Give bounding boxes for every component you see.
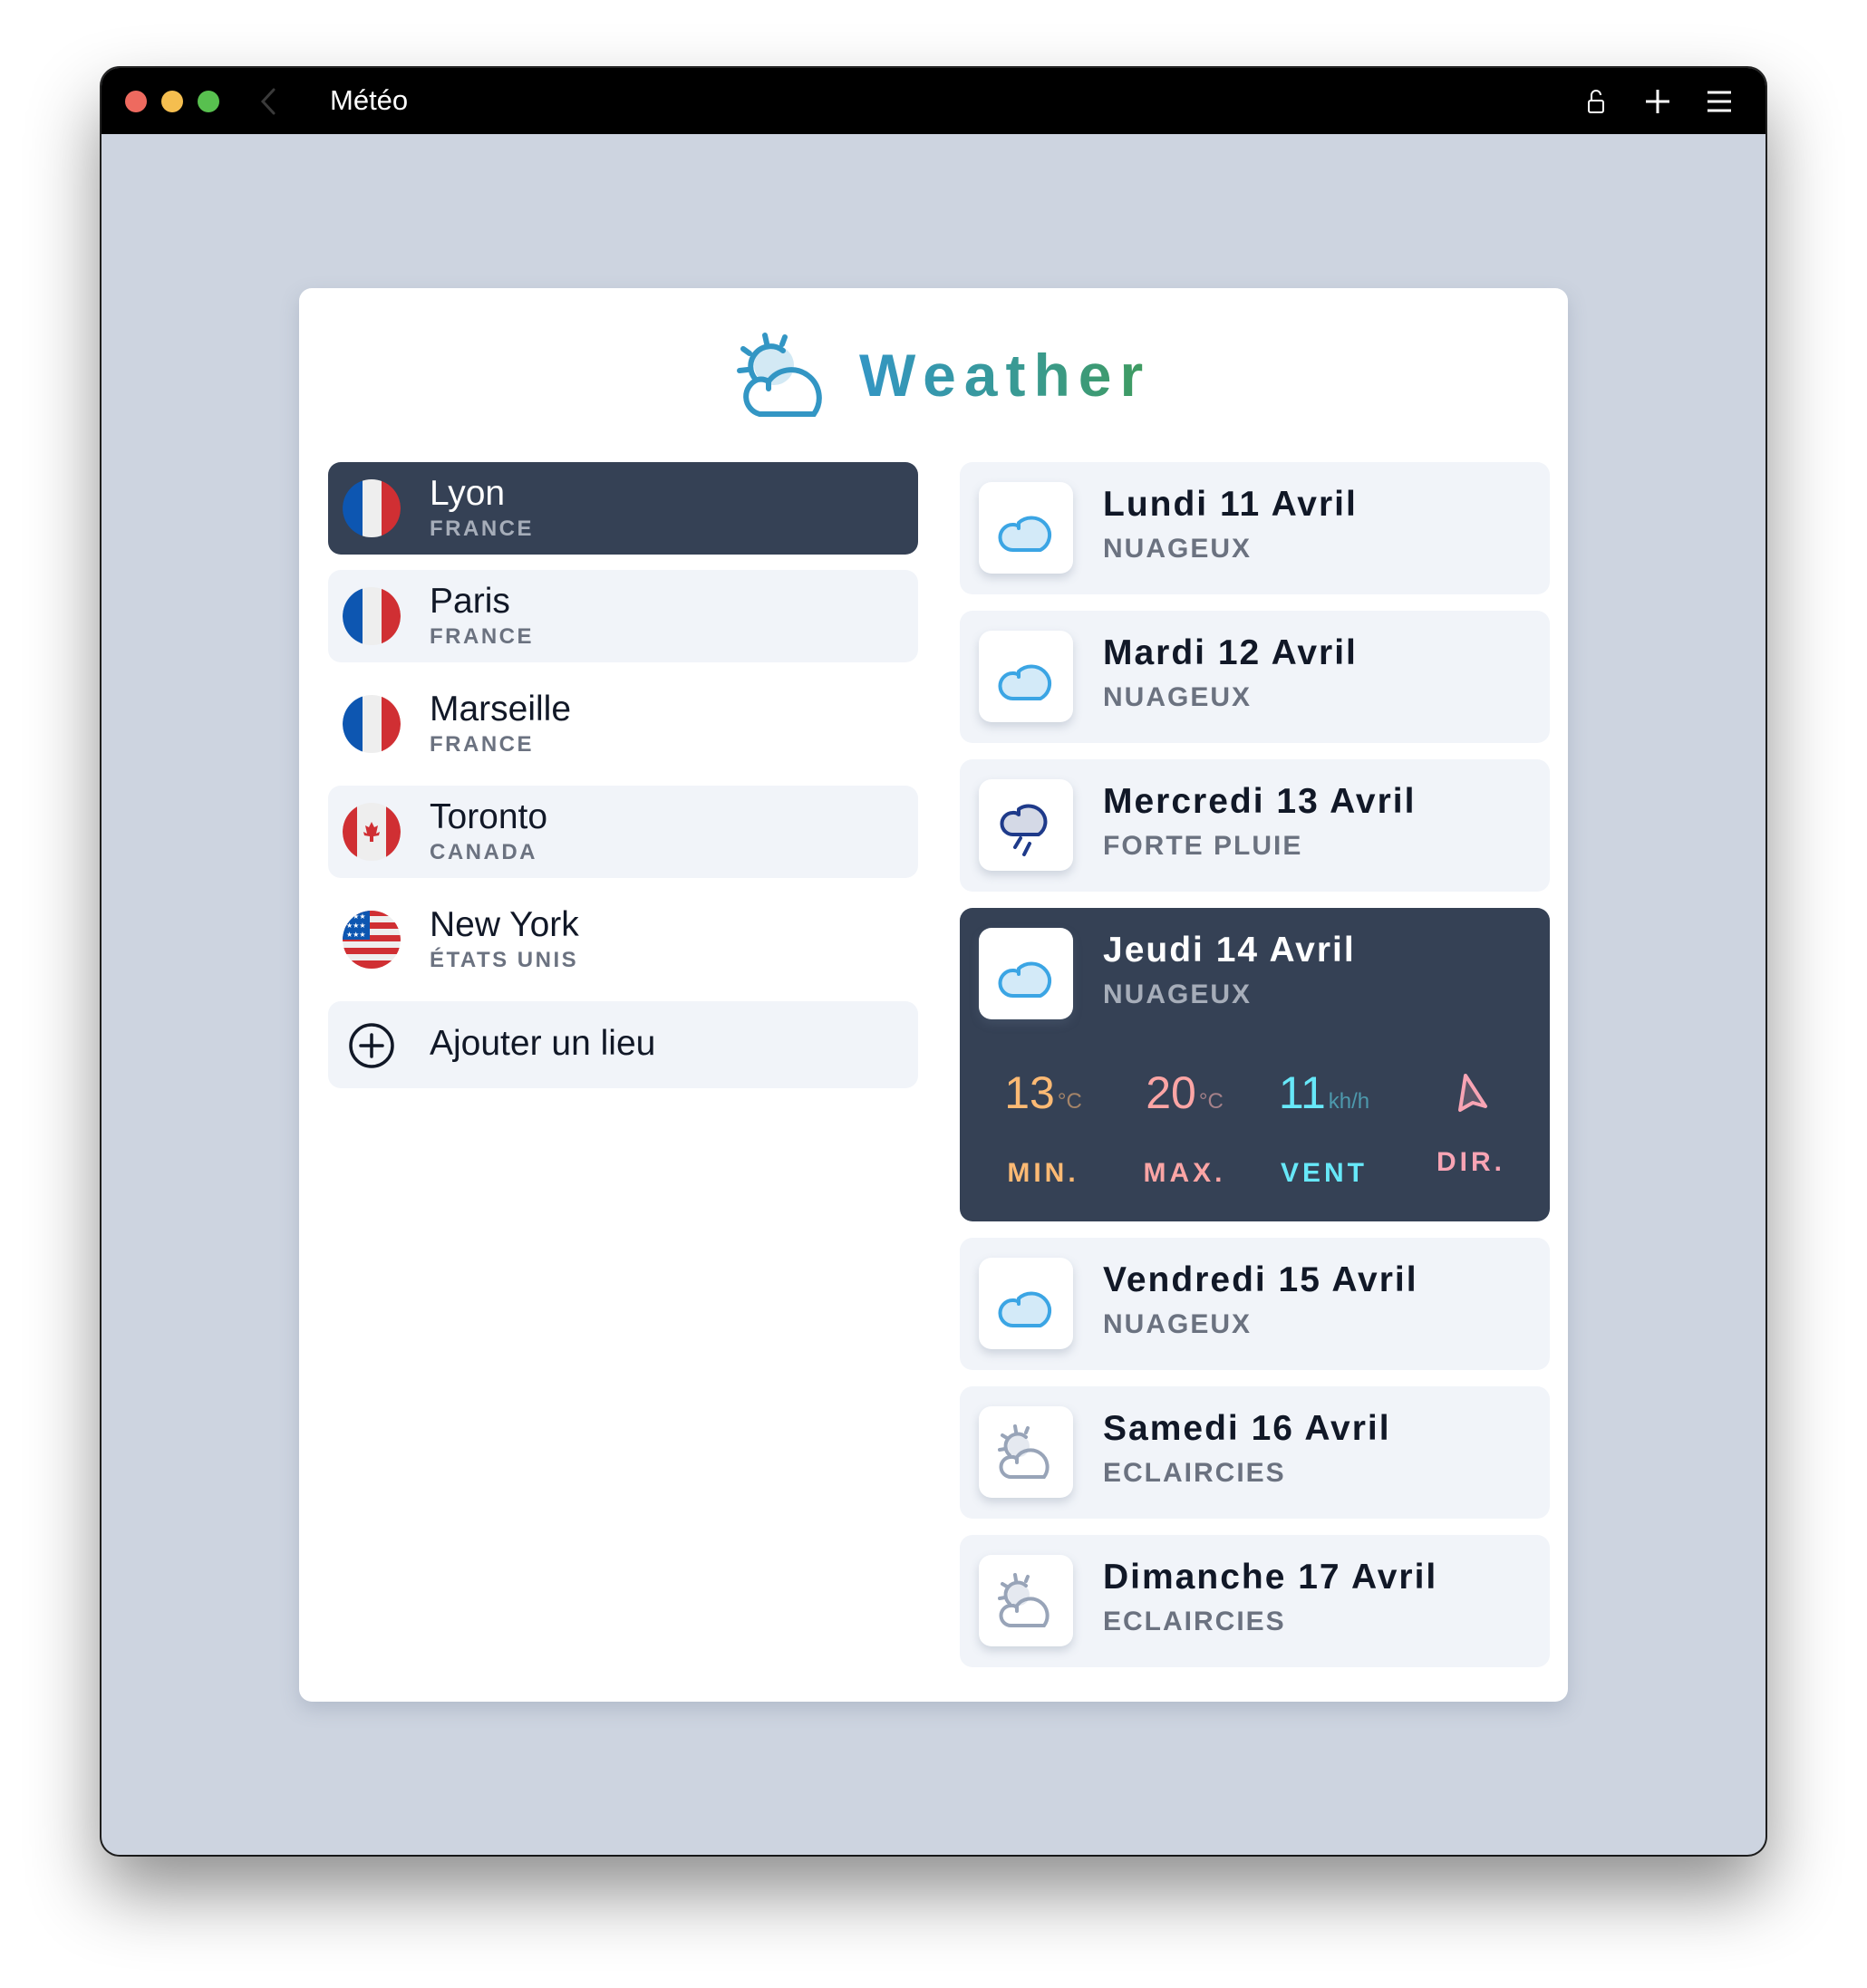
france-flag-icon <box>343 479 401 537</box>
forecast-card[interactable]: Mercredi 13 Avril FORTE PLUIE <box>960 759 1550 892</box>
usa-flag-icon: ★★★★★★★★★ <box>343 911 401 969</box>
forecast-condition: NUAGEUX <box>1103 980 1253 1009</box>
forecast-condition: FORTE PLUIE <box>1103 831 1303 861</box>
title-bar: Météo <box>102 68 1765 134</box>
maximize-button[interactable] <box>198 91 219 112</box>
menu-icon[interactable] <box>1702 84 1736 119</box>
forecast-card[interactable]: Samedi 16 Avril ECLAIRCIES <box>960 1386 1550 1519</box>
cloud-icon <box>998 961 1052 998</box>
forecast-day: Jeudi 14 Avril <box>1103 931 1356 970</box>
svg-text:★★★: ★★★ <box>346 922 366 930</box>
stat-max-label: MAX. <box>1143 1158 1226 1188</box>
svg-text:★★★: ★★★ <box>346 912 366 921</box>
partly-cloudy-icon <box>998 1572 1050 1627</box>
forecast-card[interactable]: Vendredi 15 Avril NUAGEUX <box>960 1238 1550 1370</box>
location-item-toronto[interactable]: Toronto CANADA <box>328 786 918 878</box>
stat-wind-value: 11 <box>1278 1067 1326 1118</box>
location-item-lyon[interactable]: Lyon FRANCE <box>328 462 918 555</box>
location-country: ÉTATS UNIS <box>430 948 579 972</box>
lock-open-icon[interactable] <box>1579 84 1613 119</box>
forecast-card[interactable]: Mardi 12 Avril NUAGEUX <box>960 611 1550 743</box>
cloud-icon <box>998 664 1052 700</box>
forecast-day: Mercredi 13 Avril <box>1103 782 1417 821</box>
cloud-icon <box>998 516 1052 552</box>
cloud-icon <box>998 1291 1052 1327</box>
navigation-arrow-icon <box>1458 1074 1487 1112</box>
sun-behind-cloud-icon <box>737 333 822 417</box>
forecast-condition: ECLAIRCIES <box>1103 1607 1286 1636</box>
forecast-condition: NUAGEUX <box>1103 682 1253 712</box>
stat-wind: 11 kh/h VENT <box>1252 1066 1397 1190</box>
forecast-condition: NUAGEUX <box>1103 534 1253 564</box>
plus-icon[interactable] <box>1640 84 1675 119</box>
app-window: Météo Weather Lyon FRANCE Paris FRANCE M… <box>102 68 1765 1855</box>
stat-min-value: 13 <box>1004 1067 1055 1118</box>
location-country: FRANCE <box>430 624 534 649</box>
svg-text:★★★: ★★★ <box>346 931 366 939</box>
location-city: Marseille <box>430 690 572 729</box>
forecast-icon-box <box>979 779 1073 871</box>
location-item-paris[interactable]: Paris FRANCE <box>328 570 918 662</box>
forecast-day: Dimanche 17 Avril <box>1103 1558 1438 1597</box>
location-item-marseille[interactable]: Marseille FRANCE <box>328 678 918 770</box>
forecast-icon-box <box>979 928 1073 1019</box>
forecast-day: Vendredi 15 Avril <box>1103 1260 1418 1299</box>
forecast-condition: NUAGEUX <box>1103 1309 1253 1339</box>
canada-flag-icon <box>343 803 401 861</box>
forecast-day: Mardi 12 Avril <box>1103 633 1358 672</box>
forecast-details: 13 °C MIN. 20 °C MAX. 11 kh/h VENT DIR. <box>960 1066 1550 1202</box>
close-button[interactable] <box>125 91 147 112</box>
stat-min: 13 °C MIN. <box>971 1066 1116 1190</box>
app-title: Weather <box>859 342 1152 409</box>
france-flag-icon <box>343 695 401 753</box>
forecast-condition: ECLAIRCIES <box>1103 1458 1286 1488</box>
stat-max-unit: °C <box>1198 1089 1224 1114</box>
forecast-icon-box <box>979 631 1073 722</box>
stat-wind-unit: kh/h <box>1328 1089 1370 1114</box>
location-city: Paris <box>430 582 510 621</box>
stat-max-value: 20 <box>1146 1067 1196 1118</box>
back-chevron-icon[interactable] <box>256 86 283 117</box>
window-title: Météo <box>330 84 409 116</box>
stat-max: 20 °C MAX. <box>1112 1066 1257 1190</box>
stat-min-label: MIN. <box>1007 1158 1079 1188</box>
add-location-button[interactable]: Ajouter un lieu <box>328 1001 918 1088</box>
forecast-icon-box <box>979 1258 1073 1349</box>
partly-cloudy-icon <box>998 1423 1050 1479</box>
location-city: New York <box>430 905 579 944</box>
plus-circle-icon <box>349 1023 394 1068</box>
heavy-rain-icon <box>1000 804 1048 856</box>
stat-wind-label: VENT <box>1280 1158 1368 1188</box>
location-country: CANADA <box>430 840 537 864</box>
location-item-new-york[interactable]: ★★★ ★★★ ★★★ New York ÉTATS UNIS <box>328 893 918 986</box>
weather-panel: Weather Lyon FRANCE Paris FRANCE Marseil… <box>299 288 1568 1702</box>
add-location-label: Ajouter un lieu <box>430 1024 656 1063</box>
forecast-card-selected[interactable]: Jeudi 14 Avril NUAGEUX 13 °C MIN. 20 °C MA… <box>960 908 1550 1221</box>
forecast-icon-box <box>979 482 1073 574</box>
forecast-card[interactable]: Dimanche 17 Avril ECLAIRCIES <box>960 1535 1550 1667</box>
location-country: FRANCE <box>430 732 534 757</box>
location-list: Lyon FRANCE Paris FRANCE Marseille FRANC… <box>328 462 918 1104</box>
forecast-icon-box <box>979 1406 1073 1498</box>
forecast-icon-box <box>979 1555 1073 1646</box>
stat-direction-label: DIR. <box>1437 1147 1505 1177</box>
forecast-day: Lundi 11 Avril <box>1103 485 1358 524</box>
location-city: Toronto <box>430 797 548 836</box>
location-city: Lyon <box>430 474 506 513</box>
forecast-card[interactable]: Lundi 11 Avril NUAGEUX <box>960 462 1550 594</box>
stat-min-unit: °C <box>1057 1089 1082 1114</box>
forecast-day: Samedi 16 Avril <box>1103 1409 1391 1448</box>
france-flag-icon <box>343 587 401 645</box>
stat-direction: DIR. <box>1398 1066 1543 1179</box>
minimize-button[interactable] <box>161 91 183 112</box>
location-country: FRANCE <box>430 516 534 541</box>
forecast-list: Lundi 11 Avril NUAGEUX Mardi 12 Avril NU… <box>960 462 1550 1684</box>
